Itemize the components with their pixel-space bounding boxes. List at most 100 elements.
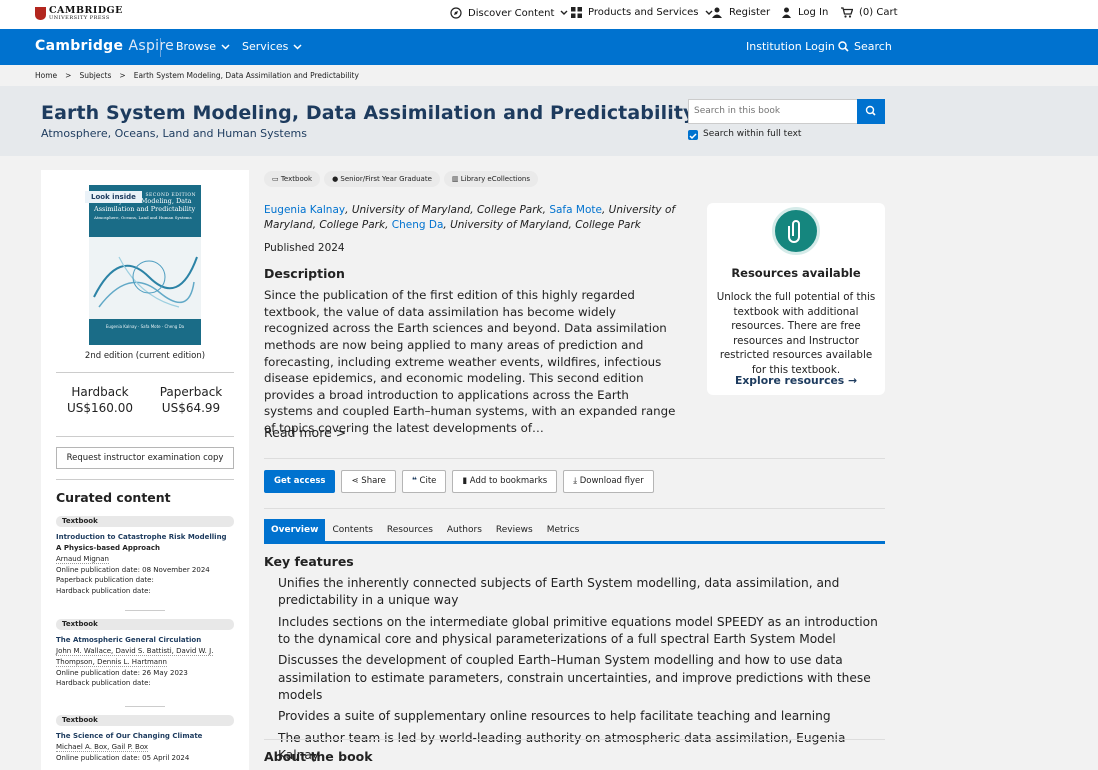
author-link[interactable]: Eugenia Kalnay <box>264 204 345 216</box>
feature-item: Discusses the development of coupled Ear… <box>278 653 871 702</box>
download-flyer-button[interactable]: ⤓ Download flyer <box>563 470 654 493</box>
curated-item-authors[interactable]: Arnaud Mignan <box>56 554 109 564</box>
curated-item-title[interactable]: The Atmospheric General Circulation <box>56 635 234 646</box>
cart-link[interactable]: (0) Cart <box>841 7 898 18</box>
main-navbar: Cambridge Aspire Browse Services Institu… <box>0 29 1098 65</box>
curated-item-title[interactable]: The Science of Our Changing Climate <box>56 731 234 742</box>
chevron-down-icon <box>560 10 568 15</box>
top-utility-bar: CAMBRIDGE UNIVERSITY PRESS Discover Conte… <box>0 0 1098 29</box>
tag-label: Library eCollections <box>460 175 531 183</box>
content-type-badge: Textbook <box>56 516 234 527</box>
explore-resources-link[interactable]: Explore resources → <box>707 374 885 387</box>
book-subtitle: Atmosphere, Oceans, Land and Human Syste… <box>41 127 307 140</box>
resources-title: Resources available <box>731 266 861 280</box>
breadcrumb-subjects[interactable]: Subjects <box>79 71 111 80</box>
hardback-label: Hardback <box>71 385 129 399</box>
edition-label: 2nd edition (current edition) <box>84 351 206 361</box>
tab-overview[interactable]: Overview <box>264 519 326 541</box>
get-access-button[interactable]: Get access <box>264 470 336 493</box>
author-link[interactable]: Cheng Da <box>392 219 444 231</box>
author-link[interactable]: Safa Mote <box>549 204 602 216</box>
search-within-checkbox[interactable] <box>688 130 698 140</box>
cite-label: Cite <box>419 476 437 486</box>
flyer-label: Download flyer <box>579 476 644 486</box>
bookmark-label: Add to bookmarks <box>469 476 548 486</box>
arrow-right-icon: → <box>847 374 858 387</box>
paperback-label: Paperback <box>159 385 223 399</box>
cambridge-aspire-logo[interactable]: Cambridge Aspire <box>35 38 174 54</box>
tab-contents[interactable]: Contents <box>325 519 379 541</box>
cart-label: (0) Cart <box>859 7 898 18</box>
paperclip-glyph <box>788 220 800 243</box>
divider <box>264 739 885 740</box>
register-link[interactable]: Register <box>712 7 770 18</box>
tag-label: Textbook <box>280 175 313 183</box>
grid-icon <box>571 7 582 18</box>
curated-item-authors[interactable]: John M. Wallace, David S. Battisti, Davi… <box>56 646 214 667</box>
browse-menu[interactable]: Browse <box>176 40 230 53</box>
discover-content-menu[interactable]: Discover Content <box>450 7 568 19</box>
divider <box>125 610 165 611</box>
aspire-brand-b: Aspire <box>128 38 174 54</box>
cambridge-shield-icon <box>35 6 46 20</box>
hardback-price[interactable]: Hardback US$160.00 <box>56 384 144 416</box>
look-inside-badge[interactable]: Look inside <box>85 191 142 203</box>
breadcrumb-separator: > <box>65 71 72 80</box>
tab-reviews[interactable]: Reviews <box>489 519 540 541</box>
checkmark-icon <box>689 133 697 140</box>
tag-level[interactable]: ● Senior/First Year Graduate <box>324 171 440 187</box>
search-link[interactable]: Search <box>838 40 892 53</box>
tab-resources[interactable]: Resources <box>380 519 440 541</box>
bookmark-icon: ▮ <box>462 476 468 486</box>
breadcrumb-current: Earth System Modeling, Data Assimilation… <box>133 71 359 80</box>
institution-login-link[interactable]: Institution Login <box>746 40 835 53</box>
cover-globe-image <box>93 256 198 308</box>
divider <box>125 706 165 707</box>
compass-icon <box>450 7 462 19</box>
divider <box>56 436 234 437</box>
cambridge-logo[interactable]: CAMBRIDGE UNIVERSITY PRESS <box>35 6 123 21</box>
request-examination-copy-button[interactable]: Request instructor examination copy <box>56 447 234 469</box>
read-more-link[interactable]: Read more > <box>264 425 346 440</box>
nav-divider <box>160 38 161 57</box>
cite-button[interactable]: ❝ Cite <box>401 470 447 493</box>
description-text: Since the publication of the first editi… <box>264 288 676 435</box>
online-publication-date: Online publication date: 05 April 2024 <box>56 753 190 762</box>
breadcrumb-home[interactable]: Home <box>35 71 57 80</box>
share-button[interactable]: ⋖ Share <box>341 470 396 493</box>
services-menu[interactable]: Services <box>242 40 302 53</box>
login-link[interactable]: Log In <box>781 7 828 18</box>
hardback-publication-date: Hardback publication date: <box>56 587 151 596</box>
curated-item-title[interactable]: Introduction to Catastrophe Risk Modelli… <box>56 532 234 543</box>
feature-item: Unifies the inherently connected subject… <box>278 576 840 608</box>
curated-item-authors[interactable]: Michael A. Box, Gail P. Box <box>56 742 149 752</box>
cover-artwork <box>89 237 201 319</box>
content-type-badge: Textbook <box>56 715 234 726</box>
resources-text: Unlock the full potential of this textbo… <box>716 291 876 377</box>
logo-sub-text: UNIVERSITY PRESS <box>49 14 110 21</box>
paperback-publication-date: Paperback publication date: <box>56 576 154 585</box>
search-icon <box>838 41 849 52</box>
divider <box>56 372 234 373</box>
paperback-price[interactable]: Paperback US$64.99 <box>147 384 235 416</box>
discover-content-label: Discover Content <box>468 7 555 19</box>
feature-item: Includes sections on the intermediate gl… <box>278 614 878 646</box>
tag-textbook[interactable]: ▭ Textbook <box>264 171 321 187</box>
add-bookmark-button[interactable]: ▮ Add to bookmarks <box>452 470 558 493</box>
search-in-book-button[interactable] <box>857 99 885 124</box>
tag-label: Senior/First Year Graduate <box>340 175 432 183</box>
search-in-book-input[interactable] <box>694 106 854 116</box>
login-label: Log In <box>798 7 829 18</box>
products-services-menu[interactable]: Products and Services <box>571 7 713 18</box>
book-cover[interactable]: SECOND EDITION Earth System Modeling, Da… <box>89 185 201 345</box>
tag-library[interactable]: ▥ Library eCollections <box>443 171 539 187</box>
products-services-label: Products and Services <box>588 7 699 18</box>
tab-authors[interactable]: Authors <box>440 519 489 541</box>
book-tabs: Overview Contents Resources Authors Revi… <box>264 519 885 544</box>
tab-metrics[interactable]: Metrics <box>540 519 587 541</box>
search-within-label: Search within full text <box>703 129 802 139</box>
online-publication-date: Online publication date: 08 November 202… <box>56 565 210 574</box>
chevron-down-icon <box>293 43 302 50</box>
search-in-book-box <box>688 99 885 124</box>
curated-item: The Science of Our Changing Climate Mich… <box>56 731 234 764</box>
